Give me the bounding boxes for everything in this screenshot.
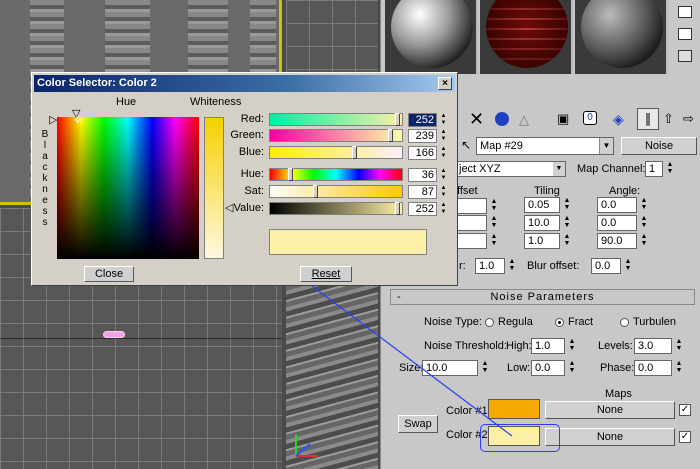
blackness-letter: n (42, 184, 48, 195)
slider-knob[interactable] (287, 168, 293, 181)
crosshair-icon[interactable]: ✜ (74, 115, 82, 126)
close-button[interactable]: Close (84, 266, 134, 282)
channel-label: Green: (230, 129, 264, 141)
channel-slider[interactable] (269, 185, 403, 198)
dialog-titlebar[interactable]: Color Selector: Color 2 × (34, 75, 455, 92)
color-selector-dialog: Color Selector: Color 2 × Hue Whiteness … (31, 72, 458, 286)
channel-value-input[interactable]: 36 (408, 168, 437, 182)
blackness-letter: c (42, 162, 48, 173)
slider-knob[interactable] (394, 202, 400, 215)
spinner-icon[interactable]: ▲ ▼ (439, 202, 448, 216)
reset-button[interactable]: Reset (300, 266, 352, 282)
blackness-label: Blackness (40, 129, 50, 228)
blackness-letter: s (42, 206, 48, 217)
spinner-icon[interactable]: ▲ ▼ (439, 168, 448, 182)
blackness-letter: l (43, 140, 47, 151)
channel-value-input[interactable]: 239 (408, 129, 437, 143)
channel-label: Blue: (238, 146, 264, 158)
slider-knob[interactable] (351, 146, 357, 159)
channel-slider[interactable] (269, 202, 403, 215)
channel-label: Value: (233, 202, 264, 214)
spinner-icon[interactable]: ▲ ▼ (439, 129, 448, 143)
channel-slider[interactable] (269, 129, 403, 142)
channel-label: Red: (240, 113, 264, 125)
whiteness-bar[interactable] (204, 117, 224, 259)
hue-blackness-spectrum[interactable] (57, 117, 199, 259)
spinner-icon[interactable]: ▲ ▼ (439, 146, 448, 160)
channel-slider[interactable] (269, 168, 403, 181)
channel-label: Sat: (244, 185, 264, 197)
hue-label: Hue (116, 96, 137, 108)
whiteness-label: Whiteness (190, 96, 242, 108)
blackness-letter: k (42, 173, 48, 184)
close-icon[interactable]: × (438, 77, 452, 90)
channel-slider[interactable] (269, 146, 403, 159)
channel-value-input[interactable]: 252 (408, 202, 437, 216)
channel-label: Hue: (240, 168, 264, 180)
slider-knob[interactable] (388, 129, 394, 142)
slider-knob[interactable] (312, 185, 318, 198)
channel-value-input[interactable]: 87 (408, 185, 437, 199)
spinner-icon[interactable]: ▲ ▼ (439, 113, 448, 127)
blackness-letter: a (42, 151, 48, 162)
whiteness-pointer-icon[interactable]: ◁ (225, 201, 233, 214)
channel-value-input[interactable]: 252 (408, 113, 437, 127)
blackness-letter: e (42, 195, 48, 206)
blackness-letter: s (42, 217, 48, 228)
channel-value-input[interactable]: 166 (408, 146, 437, 160)
slider-knob[interactable] (394, 113, 400, 126)
color-preview-swatch (269, 229, 427, 255)
blackness-letter: B (41, 129, 49, 140)
dialog-title: Color Selector: Color 2 (37, 77, 157, 89)
channel-slider[interactable] (269, 113, 403, 126)
spinner-icon[interactable]: ▲ ▼ (439, 185, 448, 199)
